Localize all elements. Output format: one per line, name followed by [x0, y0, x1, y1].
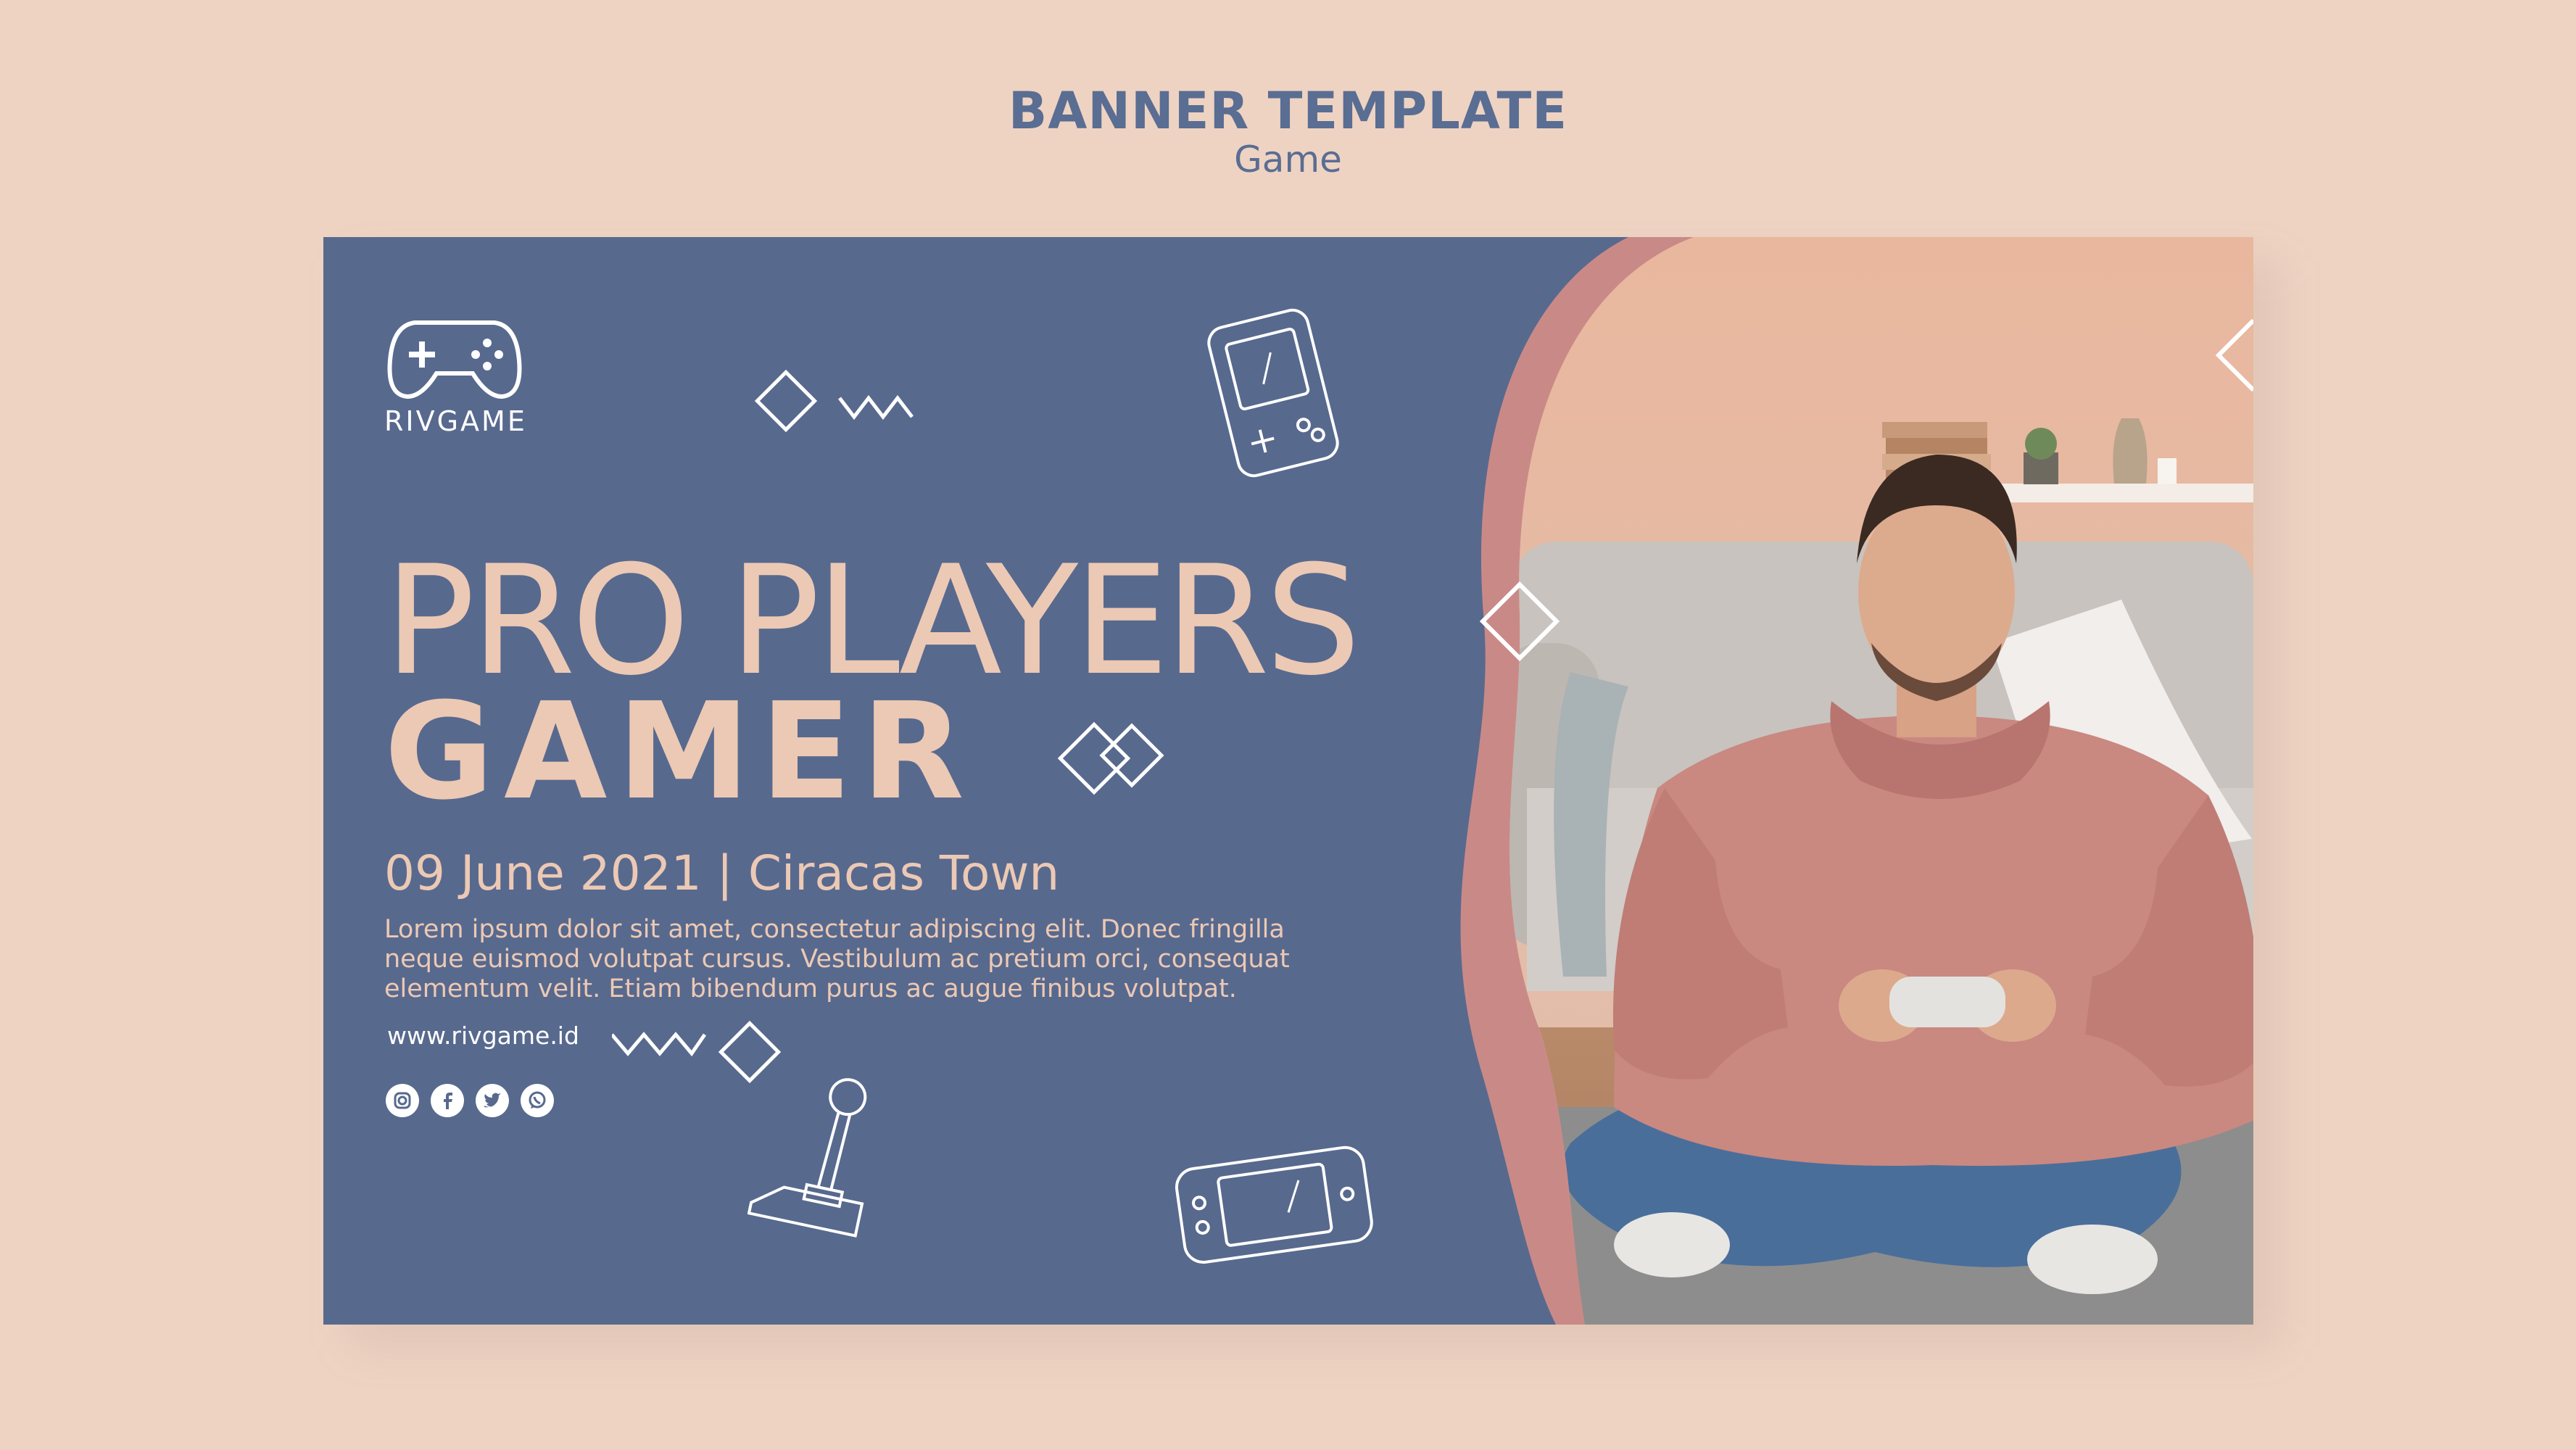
double-diamond-deco: [1057, 721, 1164, 795]
game-banner: RIVGAME PRO PLAYERS GAMER 09 June 2021 |…: [323, 237, 2253, 1325]
twitter-icon[interactable]: [476, 1084, 509, 1117]
body-text: Lorem ipsum dolor sit amet, consectetur …: [384, 915, 1327, 1004]
body-text-line: neque euismod volutpat cursus. Vestibulu…: [384, 945, 1290, 974]
page-subtitle: Game: [1234, 138, 1342, 181]
handheld-console-icon: [1207, 308, 1339, 478]
whatsapp-icon[interactable]: [521, 1084, 554, 1117]
joystick-icon: [747, 1078, 867, 1238]
player-photo: [1509, 237, 2253, 1325]
event-date-location: 09 June 2021 | Ciracas Town: [384, 845, 1060, 901]
body-text-line: elementum velit. Etiam bibendum purus ac…: [384, 974, 1237, 1003]
facebook-icon[interactable]: [431, 1084, 464, 1117]
gamepad-logo-icon: [387, 320, 522, 399]
portable-console-icon: [1175, 1146, 1373, 1264]
instagram-icon[interactable]: [386, 1084, 419, 1117]
page-title: BANNER TEMPLATE: [1008, 81, 1568, 141]
body-text-line: Lorem ipsum dolor sit amet, consectetur …: [384, 915, 1285, 944]
headline-line-2: GAMER: [384, 674, 974, 829]
brand-name: RIVGAME: [384, 405, 527, 437]
social-links: [386, 1084, 554, 1117]
website-link[interactable]: www.rivgame.id: [387, 1022, 579, 1051]
diamond-zigzag-deco: [754, 369, 914, 433]
diamond-deco: [1479, 581, 1560, 662]
